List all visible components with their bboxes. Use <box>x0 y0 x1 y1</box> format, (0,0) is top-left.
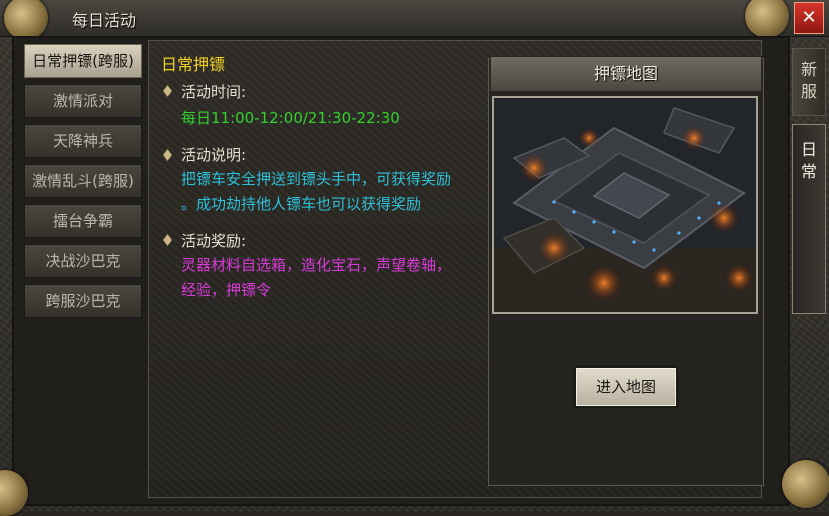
tab-char: 常 <box>800 162 817 181</box>
dragon-ornament-icon <box>782 460 829 508</box>
side-tabs: 新 服 日 常 <box>782 40 829 512</box>
description-label: 活动说明: <box>181 146 247 164</box>
description-line: 。成功劫持他人镖车也可以获得奖励 <box>181 195 422 213</box>
tab-new-server[interactable]: 新 服 <box>792 48 826 116</box>
nav-item-cross-shabak[interactable]: 跨服沙巴克 <box>24 284 142 318</box>
daily-activity-window: 每日活动 ✕ 日常押镖(跨服) 激情派对 天降神兵 激情乱斗(跨服) 擂台争霸 … <box>0 0 829 516</box>
tab-char: 新 <box>800 60 817 79</box>
window-title: 每日活动 <box>72 11 137 30</box>
dragon-ornament-icon <box>745 0 789 38</box>
description-line: 把镖车安全押送到镖头手中，可获得奖励 <box>181 170 452 188</box>
nav-item-arena[interactable]: 擂台争霸 <box>24 204 142 238</box>
reward-line: 经验，押镖令 <box>181 281 272 299</box>
escort-map-image <box>492 96 758 314</box>
diamond-bullet-icon <box>163 149 172 161</box>
diamond-bullet-icon <box>163 85 172 97</box>
enter-map-button[interactable]: 进入地图 <box>575 367 677 407</box>
title-bar[interactable]: 每日活动 ✕ <box>0 0 829 40</box>
section-title: 日常押镖 <box>161 55 226 74</box>
nav-item-passion-party[interactable]: 激情派对 <box>24 84 142 118</box>
tab-char: 服 <box>800 82 817 101</box>
diamond-bullet-icon <box>163 234 172 246</box>
nav-item-divine-soldiers[interactable]: 天降神兵 <box>24 124 142 158</box>
map-header: 押镖地图 <box>490 56 762 92</box>
dragon-ornament-icon <box>4 0 48 40</box>
close-button[interactable]: ✕ <box>794 2 824 34</box>
nav-item-shabak-battle[interactable]: 决战沙巴克 <box>24 244 142 278</box>
reward-label: 活动奖励: <box>181 232 247 250</box>
time-label: 活动时间: <box>181 83 247 101</box>
nav-item-daily-escort[interactable]: 日常押镖(跨服) <box>24 44 142 78</box>
activity-nav: 日常押镖(跨服) 激情派对 天降神兵 激情乱斗(跨服) 擂台争霸 决战沙巴克 跨… <box>18 40 146 498</box>
nav-item-passion-brawl[interactable]: 激情乱斗(跨服) <box>24 164 142 198</box>
tab-char: 日 <box>800 140 817 159</box>
reward-line: 灵器材料自选箱，造化宝石，声望卷轴， <box>181 256 452 274</box>
fortress-map-illustration <box>494 98 756 312</box>
tab-daily[interactable]: 日 常 <box>792 124 826 314</box>
time-value: 每日11:00-12:00/21:30-22:30 <box>181 109 400 127</box>
